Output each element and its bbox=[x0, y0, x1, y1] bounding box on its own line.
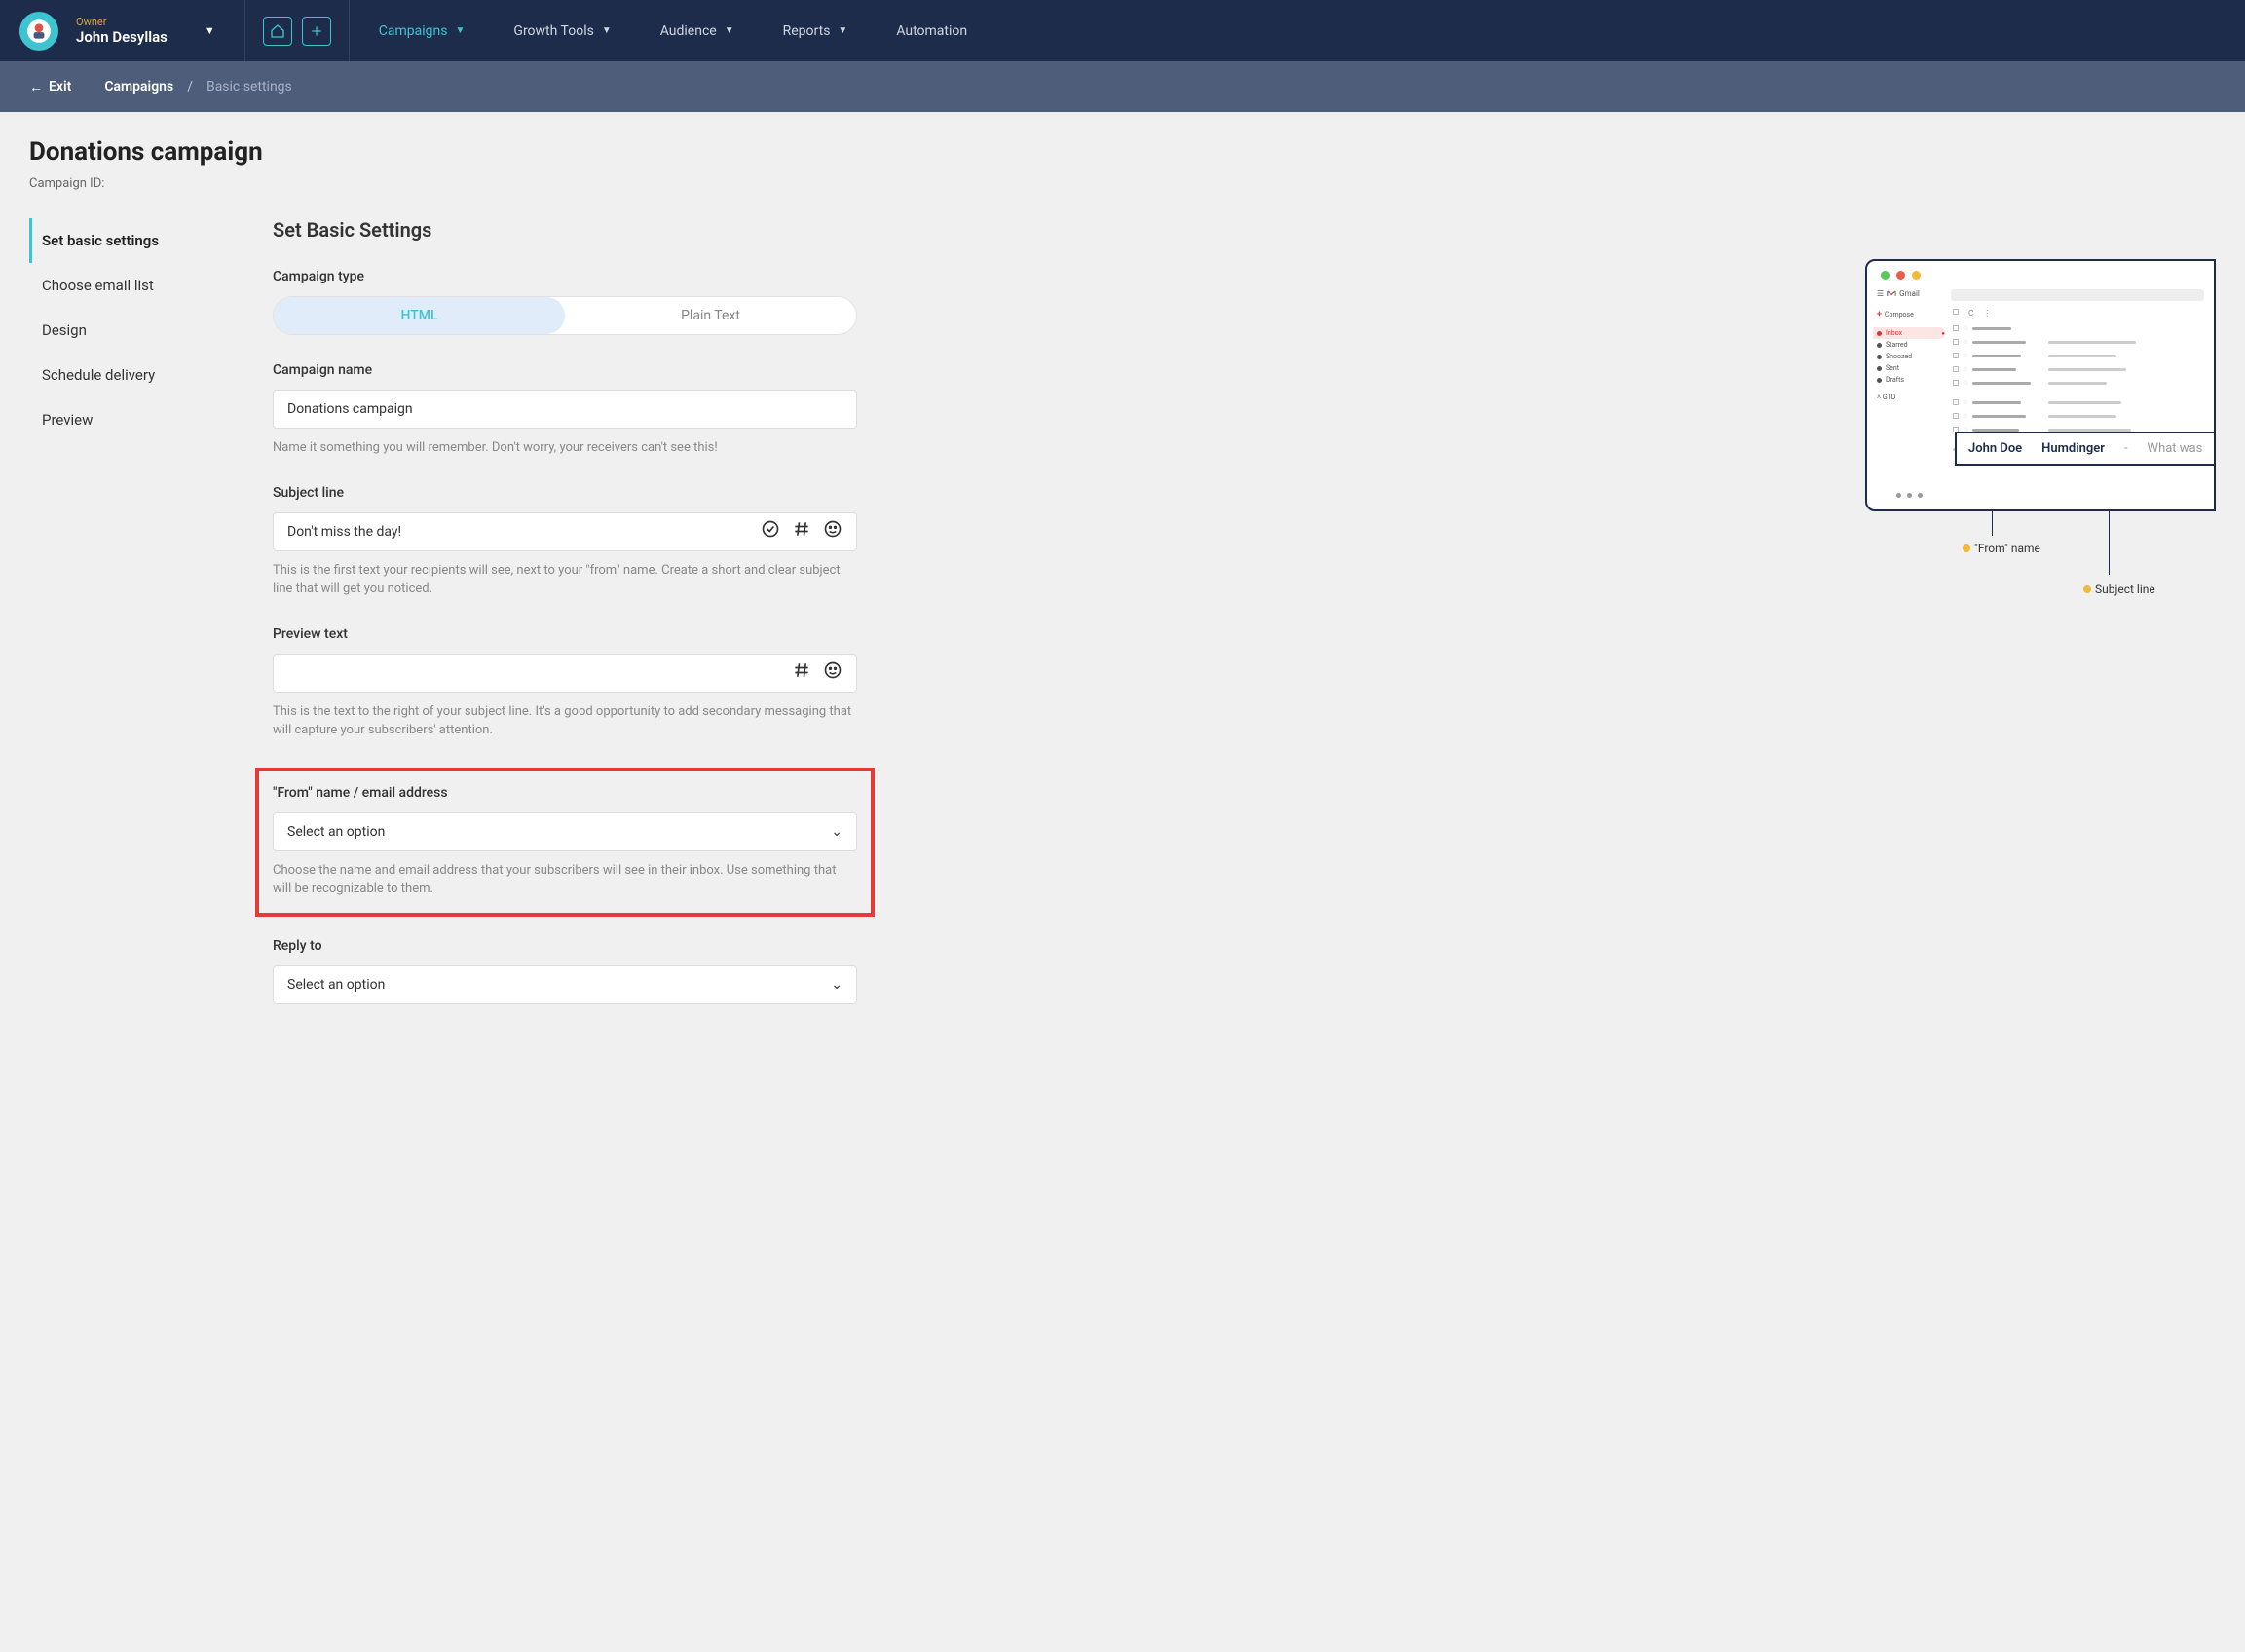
preview-text-label: Preview text bbox=[273, 626, 857, 642]
inbox-preview-window: ☰ Gmail +Compose Inbox● Starred Snoozed … bbox=[1865, 259, 2216, 511]
gmail-starred: Starred bbox=[1877, 339, 1945, 351]
preview-from-value: John Doe bbox=[1968, 441, 2022, 456]
gmail-search-mock bbox=[1951, 289, 2204, 301]
mac-dot-yellow bbox=[1912, 271, 1921, 280]
gmail-logo: ☰ Gmail bbox=[1877, 289, 1945, 298]
callout-from-name: "From" name bbox=[1963, 542, 2216, 555]
from-name-select[interactable]: Select an option ⌄ bbox=[273, 812, 857, 851]
pager-dot bbox=[1907, 493, 1912, 498]
gmail-row-mock: ☆ bbox=[1953, 335, 2204, 349]
from-name-field: "From" name / email address Select an op… bbox=[273, 785, 857, 899]
settings-form: Set Basic Settings Campaign type HTML Pl… bbox=[273, 201, 857, 1032]
step-basic-settings[interactable]: Set basic settings bbox=[29, 218, 234, 263]
callout-subject-line: Subject line bbox=[2083, 582, 2216, 596]
reply-to-label: Reply to bbox=[273, 938, 857, 954]
subject-line-input[interactable] bbox=[287, 524, 761, 540]
gmail-row-mock: ☆ bbox=[1953, 349, 2204, 362]
gmail-compose: +Compose bbox=[1877, 310, 1945, 319]
exit-button[interactable]: ← Exit bbox=[29, 79, 71, 95]
arrow-left-icon: ← bbox=[29, 79, 43, 95]
emoji-icon[interactable] bbox=[823, 519, 842, 544]
hash-icon[interactable] bbox=[792, 519, 811, 544]
preview-text-input[interactable] bbox=[287, 665, 792, 681]
pager-dot bbox=[1896, 493, 1901, 498]
from-name-helper: Choose the name and email address that y… bbox=[273, 861, 857, 899]
campaign-type-field: Campaign type HTML Plain Text bbox=[273, 269, 857, 335]
plus-icon-button[interactable] bbox=[302, 17, 331, 46]
subject-line-helper: This is the first text your recipients w… bbox=[273, 561, 857, 599]
preview-panel-column: ☰ Gmail +Compose Inbox● Starred Snoozed … bbox=[896, 201, 2216, 1032]
preview-highlight-row: John Doe Humdinger - What was bbox=[1955, 432, 2216, 466]
home-icon-button[interactable] bbox=[263, 17, 292, 46]
step-choose-email-list[interactable]: Choose email list bbox=[29, 263, 234, 308]
gmail-row-mock: ☆ bbox=[1953, 409, 2204, 423]
steps-sidebar: Set basic settings Choose email list Des… bbox=[29, 201, 234, 1032]
chevron-down-icon: ▼ bbox=[602, 25, 612, 36]
gmail-drafts: Drafts bbox=[1877, 374, 1945, 386]
campaign-type-label: Campaign type bbox=[273, 269, 857, 284]
user-name: John Desyllas bbox=[76, 28, 168, 46]
breadcrumb-bar: ← Exit Campaigns / Basic settings bbox=[0, 61, 2245, 112]
breadcrumb-current: Basic settings bbox=[206, 79, 292, 94]
chevron-down-icon: ⌄ bbox=[831, 824, 842, 840]
hash-icon[interactable] bbox=[792, 660, 811, 685]
spellcheck-icon[interactable] bbox=[761, 519, 780, 544]
mac-dot-red bbox=[1896, 271, 1905, 280]
campaign-name-field: Campaign name Name it something you will… bbox=[273, 362, 857, 458]
user-menu[interactable]: Owner John Desyllas ▼ bbox=[0, 0, 245, 61]
campaign-name-input[interactable] bbox=[287, 401, 842, 417]
nav-campaigns[interactable]: Campaigns▼ bbox=[379, 23, 466, 39]
nav-audience[interactable]: Audience▼ bbox=[660, 23, 734, 39]
campaign-type-toggle: HTML Plain Text bbox=[273, 296, 857, 335]
chevron-down-icon: ▼ bbox=[205, 24, 215, 37]
gmail-row-mock: ☆ bbox=[1953, 376, 2204, 390]
gmail-row-mock: ☆ bbox=[1953, 362, 2204, 376]
campaign-name-label: Campaign name bbox=[273, 362, 857, 378]
form-heading: Set Basic Settings bbox=[273, 218, 857, 242]
mac-dot-green bbox=[1881, 271, 1890, 280]
reply-to-field: Reply to Select an option ⌄ bbox=[273, 938, 857, 1004]
chevron-down-icon: ⌄ bbox=[831, 977, 842, 993]
chevron-down-icon: ▼ bbox=[725, 25, 734, 36]
avatar bbox=[19, 12, 58, 51]
from-name-highlight: "From" name / email address Select an op… bbox=[255, 768, 875, 917]
nav-automation[interactable]: Automation bbox=[896, 23, 967, 39]
gmail-row-mock: ☆ bbox=[1953, 321, 2204, 335]
pager-dot bbox=[1918, 493, 1923, 498]
preview-text-helper: This is the text to the right of your su… bbox=[273, 702, 857, 740]
emoji-icon[interactable] bbox=[823, 660, 842, 685]
chevron-down-icon: ▼ bbox=[456, 25, 466, 36]
page-title: Donations campaign bbox=[29, 137, 2216, 167]
subject-line-label: Subject line bbox=[273, 485, 857, 501]
step-schedule-delivery[interactable]: Schedule delivery bbox=[29, 353, 234, 397]
gmail-row-mock: ☆ bbox=[1953, 395, 2204, 409]
gmail-snoozed: Snoozed bbox=[1877, 351, 1945, 362]
nav-growth-tools[interactable]: Growth Tools▼ bbox=[513, 23, 611, 39]
campaign-name-helper: Name it something you will remember. Don… bbox=[273, 438, 857, 458]
preview-preview-text: What was bbox=[2148, 441, 2203, 456]
gmail-toolbar-mock: C⋮ bbox=[1953, 309, 2204, 321]
gmail-gtd: ˄ GTD bbox=[1877, 394, 1945, 401]
step-design[interactable]: Design bbox=[29, 308, 234, 353]
from-name-label: "From" name / email address bbox=[273, 785, 857, 801]
subject-line-field: Subject line This is the first text your… bbox=[273, 485, 857, 599]
gmail-inbox: Inbox● bbox=[1873, 327, 1945, 339]
from-name-placeholder: Select an option bbox=[287, 824, 385, 840]
toggle-plain-text[interactable]: Plain Text bbox=[565, 297, 856, 334]
reply-to-select[interactable]: Select an option ⌄ bbox=[273, 965, 857, 1004]
toggle-html[interactable]: HTML bbox=[274, 297, 565, 334]
preview-text-field: Preview text This is the text to the rig… bbox=[273, 626, 857, 740]
campaign-id-label: Campaign ID: bbox=[29, 176, 2216, 191]
breadcrumb-section[interactable]: Campaigns bbox=[104, 79, 173, 94]
breadcrumb-separator: / bbox=[187, 79, 193, 94]
chevron-down-icon: ▼ bbox=[838, 25, 847, 36]
step-preview[interactable]: Preview bbox=[29, 397, 234, 442]
user-role: Owner bbox=[76, 16, 168, 28]
gmail-sent: Sent bbox=[1877, 362, 1945, 374]
top-nav: Owner John Desyllas ▼ Campaigns▼ Growth … bbox=[0, 0, 2245, 61]
reply-to-placeholder: Select an option bbox=[287, 977, 385, 993]
nav-reports[interactable]: Reports▼ bbox=[783, 23, 848, 39]
preview-subject-value: Humdinger bbox=[2041, 441, 2105, 456]
